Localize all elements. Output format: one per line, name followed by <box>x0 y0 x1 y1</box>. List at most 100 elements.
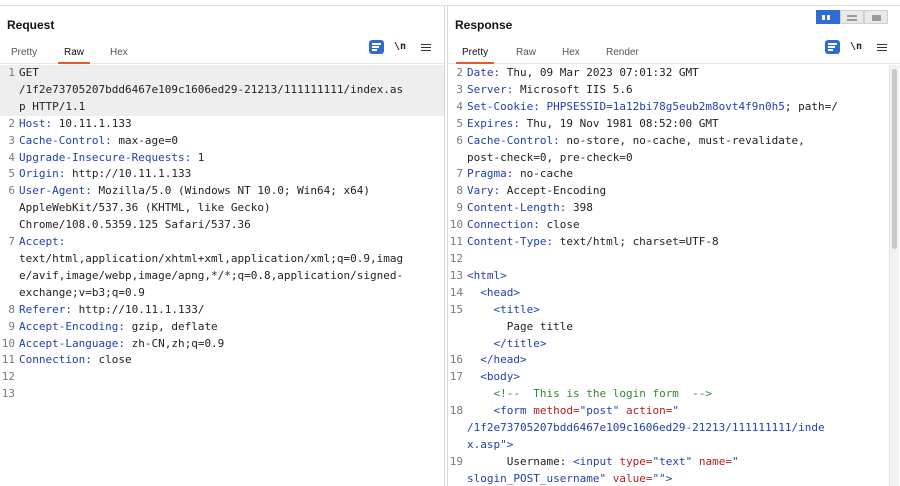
line-number: 10 <box>449 218 463 232</box>
word-wrap-icon[interactable] <box>369 40 384 54</box>
header-name: Host: <box>19 116 53 130</box>
code-text: Accept-Encoding: gzip, deflate <box>18 319 444 336</box>
header-name: Upgrade-Insecure-Requests: <box>19 150 192 164</box>
header-name: Referer: <box>19 302 72 316</box>
line-number: 12 <box>449 251 463 265</box>
response-title: Response <box>455 18 513 32</box>
code-line: 13 <html> <box>449 268 507 282</box>
scrollbar-thumb[interactable] <box>892 69 897 249</box>
line-number: 6 <box>456 133 463 147</box>
header-name: Accept-Language: <box>19 336 125 350</box>
tab-raw[interactable]: Raw <box>510 47 542 64</box>
line-number: 13 <box>1 387 15 401</box>
line-number: 2 <box>8 116 15 130</box>
code-line: 2 Host: 10.11.1.133 <box>0 116 444 133</box>
code-text: Expires: Thu, 19 Nov 1981 08:52:00 GMT <box>466 116 888 133</box>
line-number: 7 <box>8 235 15 249</box>
tab-hex[interactable]: Hex <box>104 47 134 64</box>
request-editor[interactable]: 1 GET /1f2e73705207bdd6467e109c1606ed29-2… <box>0 65 444 486</box>
line-number: 4 <box>8 150 15 164</box>
newline-toggle-icon[interactable]: \n <box>850 40 865 54</box>
code-line: 3 Server: Microsoft IIS 5.6 <box>448 82 888 99</box>
layout-side-by-side-button[interactable] <box>816 10 840 24</box>
code-line: 4 Set-Cookie: PHPSESSID=1a12bi78g5eub2m8o… <box>448 99 888 116</box>
code-line: 9 Content-Length: 398 <box>448 200 888 217</box>
cookie-attrs: ; path=/ <box>784 99 838 113</box>
header-name: Pragma: <box>467 167 514 181</box>
header-name: Cache-Control: <box>467 133 560 147</box>
code-text: Date: Thu, 09 Mar 2023 07:01:32 GMT <box>466 65 888 82</box>
tab-render[interactable]: Render <box>600 47 645 64</box>
code-line: 11 Connection: close <box>0 352 444 369</box>
code-text: Set-Cookie: PHPSESSID=1a12bi78g5eub2m8ov… <box>466 99 888 116</box>
menu-icon[interactable] <box>419 40 434 54</box>
code-line: 10 Accept-Language: zh-CN,zh;q=0.9 <box>0 336 444 353</box>
header-value: 398 <box>566 201 593 215</box>
response-scrollbar[interactable] <box>889 65 899 486</box>
layout-single-button[interactable] <box>864 10 888 24</box>
html-tag: <html> <box>467 268 507 282</box>
code-line: 8 Vary: Accept-Encoding <box>448 183 888 200</box>
html-tag: </head> <box>480 353 527 367</box>
code-text: Host: 10.11.1.133 <box>18 116 444 133</box>
code-text: Connection: close <box>466 217 888 234</box>
cookie-value: =1a12bi78g5eub2m8ovt4f9n0h5 <box>606 99 785 113</box>
code-line: 17 <body> <box>449 370 520 384</box>
tab-raw[interactable]: Raw <box>58 47 91 64</box>
code-line: 7 Pragma: no-cache <box>448 166 888 183</box>
header-name: Accept-Encoding: <box>19 319 125 333</box>
tab-pretty[interactable]: Pretty <box>456 47 495 64</box>
layout-stacked-button[interactable] <box>840 10 864 24</box>
header-value: zh-CN,zh;q=0.9 <box>124 336 225 350</box>
code-text: Server: Microsoft IIS 5.6 <box>466 82 888 99</box>
code-text: Cache-Control: max-age=0 <box>18 133 444 150</box>
header-value: Accept-Encoding <box>500 184 607 198</box>
header-value: Thu, 09 Mar 2023 07:01:32 GMT <box>500 66 699 79</box>
header-value: http://10.11.1.133 <box>65 167 192 181</box>
code-text: Pragma: no-cache <box>466 166 888 183</box>
code-text: Accept-Language: zh-CN,zh;q=0.9 <box>18 336 444 353</box>
code-text: Referer: http://10.11.1.133/ <box>18 302 444 319</box>
menu-icon[interactable] <box>875 40 890 54</box>
code-text: GET /1f2e73705207bdd6467e109c1606ed29-21… <box>18 65 444 116</box>
code-line: 12 <box>448 251 888 268</box>
code-text: User-Agent: Mozilla/5.0 (Windows NT 10.0… <box>18 183 444 234</box>
code-line: 7 Accept: text/html,application/xhtml+xml… <box>0 234 444 302</box>
line-number: 9 <box>456 201 463 215</box>
header-value: text/html,application/xhtml+xml,applicat… <box>19 251 404 299</box>
code-line: 2 Date: Thu, 09 Mar 2023 07:01:32 GMT <box>448 65 888 82</box>
line-number: 3 <box>8 133 15 147</box>
header-value: no-cache <box>513 167 573 181</box>
line-number: 4 <box>456 99 463 113</box>
tab-hex[interactable]: Hex <box>556 47 586 64</box>
code-line: 4 Upgrade-Insecure-Requests: 1 <box>0 150 444 167</box>
code-text: Origin: http://10.11.1.133 <box>18 166 444 183</box>
word-wrap-icon[interactable] <box>825 40 840 54</box>
header-name: Vary: <box>467 184 501 198</box>
header-value: GET /1f2e73705207bdd6467e109c1606ed29-21… <box>19 66 404 113</box>
line-number: 2 <box>456 66 463 79</box>
tab-pretty[interactable]: Pretty <box>5 47 43 64</box>
html-tag: <body> <box>480 370 520 384</box>
header-name: Content-Type: <box>467 235 554 249</box>
response-toolbar: \n <box>825 39 890 55</box>
line-number: 9 <box>8 319 15 333</box>
html-tag: <head> <box>480 285 520 299</box>
line-number: 5 <box>456 116 463 130</box>
code-line: <!-- This is the login form --> <box>448 386 888 403</box>
header-value: Thu, 19 Nov 1981 08:52:00 GMT <box>519 116 719 130</box>
code-line: 6 Cache-Control: no-store, no-cache, must… <box>448 133 888 167</box>
header-value: text/html; charset=UTF-8 <box>553 235 719 249</box>
layout-toggle <box>816 10 888 24</box>
newline-toggle-icon[interactable]: \n <box>394 40 409 54</box>
code-line: 1 GET /1f2e73705207bdd6467e109c1606ed29-2… <box>0 65 444 116</box>
code-text: Upgrade-Insecure-Requests: 1 <box>18 150 444 167</box>
response-editor[interactable]: 2 Date: Thu, 09 Mar 2023 07:01:32 GMT 3 Ser… <box>448 65 888 486</box>
line-number: 7 <box>456 167 463 181</box>
code-text: Accept: text/html,application/xhtml+xml,… <box>18 234 444 302</box>
header-name: Origin: <box>19 167 66 181</box>
request-toolbar: \n <box>369 39 434 55</box>
code-text: Content-Length: 398 <box>466 200 888 217</box>
request-pane: Request Pretty Raw Hex \n 1 GET /1f2e7370… <box>0 6 445 486</box>
